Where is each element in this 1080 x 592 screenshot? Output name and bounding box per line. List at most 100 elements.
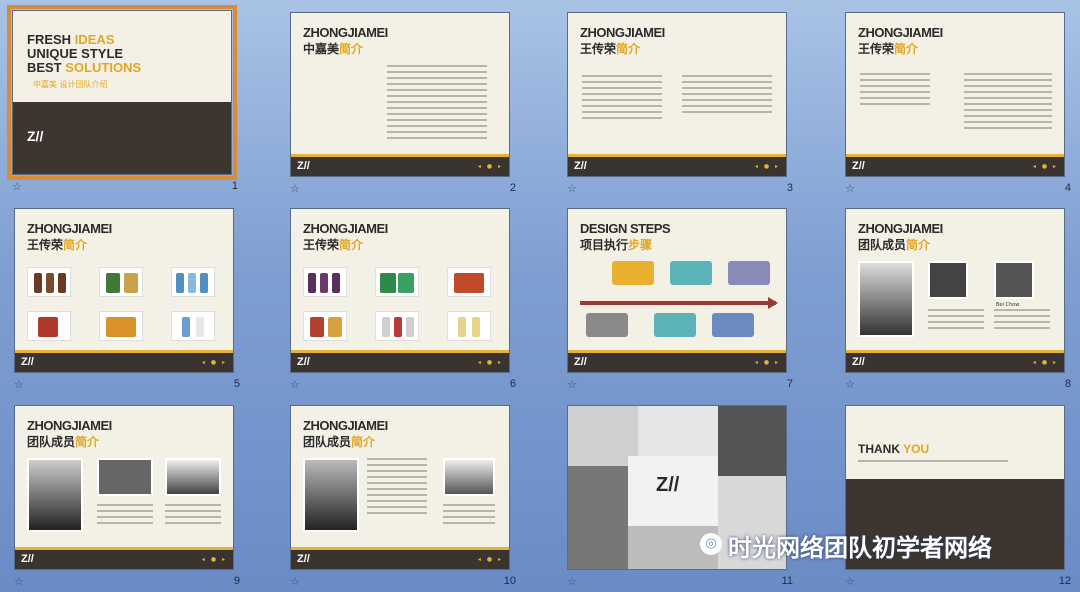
animation-star-icon: ☆ — [14, 575, 24, 588]
title-line: SOLUTIONS — [65, 60, 142, 75]
animation-star-icon: ☆ — [14, 378, 24, 391]
slide-footer: Z//◂ ● ▸ — [568, 154, 786, 176]
slide-footer: Z//◂ ● ▸ — [15, 547, 233, 569]
slide-thumbnail-12[interactable]: THANK YOU ☆ 12 — [845, 405, 1080, 592]
slide-number: 6 — [509, 378, 516, 390]
slide-subtitle: 团队成员简介 — [858, 236, 930, 253]
member-photo — [443, 458, 495, 496]
slide-number: 2 — [509, 182, 516, 194]
animation-star-icon: ☆ — [290, 378, 300, 391]
logo: Z// — [27, 128, 44, 144]
slide-thumbnail-2[interactable]: ZHONGJIAMEI 中嘉美简介 Z//◂ ● ▸ ☆ 2 — [290, 12, 526, 208]
product-image — [303, 267, 347, 297]
slide-subtitle: 中嘉美 设计团队介绍 — [33, 80, 108, 89]
animation-star-icon: ☆ — [290, 575, 300, 588]
subtitle-main: 王传荣 — [303, 238, 340, 252]
member-photo — [858, 261, 914, 337]
slide-thumbnail-1[interactable]: FRESH IDEAS UNIQUE STYLE BEST SOLUTIONS … — [7, 5, 248, 206]
text-block — [97, 504, 153, 528]
slide-subtitle: 团队成员简介 — [303, 433, 375, 450]
brand-heading: ZHONGJIAMEI — [580, 25, 665, 40]
animation-star-icon: ☆ — [12, 180, 22, 193]
slide-footer: Z//◂ ● ▸ — [291, 154, 509, 176]
product-image — [171, 311, 215, 341]
text-block — [367, 458, 427, 518]
slide-thumbnail-8[interactable]: ZHONGJIAMEI 团队成员简介 Bei Chow Z//◂ ● ▸ ☆ 8 — [845, 208, 1080, 404]
subtitle-main: 团队成员 — [27, 435, 76, 449]
slide-footer: Z//◂ ● ▸ — [846, 350, 1064, 372]
slide-thumbnail-3[interactable]: ZHONGJIAMEI 王传荣简介 Z//◂ ● ▸ ☆ 3 — [567, 12, 803, 208]
subtitle-main: 王传荣 — [580, 42, 617, 56]
slide-subtitle: 团队成员简介 — [27, 433, 99, 450]
animation-star-icon: ☆ — [845, 378, 855, 391]
brand-heading: ZHONGJIAMEI — [303, 418, 388, 433]
slide-preview: ZHONGJIAMEI 王传荣简介 Z//◂ ● ▸ — [845, 12, 1065, 177]
subtitle-highlight: 简介 — [75, 435, 100, 449]
slide-number: 3 — [786, 182, 793, 194]
arrow-right-icon — [768, 297, 778, 309]
member-photo — [97, 458, 153, 496]
slide-thumbnail-11[interactable]: Z// ☆ 11 — [567, 405, 803, 592]
slide-preview: ZHONGJIAMEI 王传荣简介 Z//◂ ● ▸ — [567, 12, 787, 177]
slide-preview: ZHONGJIAMEI 王传荣简介 Z//◂ ● ▸ — [290, 208, 510, 373]
product-image — [171, 267, 215, 297]
subtitle-highlight: 简介 — [339, 238, 364, 252]
product-image — [447, 267, 491, 297]
text-block — [928, 309, 984, 333]
subtitle-highlight: 简介 — [616, 42, 641, 56]
title-line: FRESH — [27, 32, 72, 47]
subtitle-main: 团队成员 — [858, 238, 907, 252]
process-step — [612, 261, 654, 285]
slide-thumbnail-9[interactable]: ZHONGJIAMEI 团队成员简介 Z//◂ ● ▸ ☆ 9 — [14, 405, 250, 592]
subtitle-main: 王传荣 — [858, 42, 895, 56]
brand-heading: ZHONGJIAMEI — [858, 25, 943, 40]
slide-thumbnail-6[interactable]: ZHONGJIAMEI 王传荣简介 Z//◂ ● ▸ ☆ 6 — [290, 208, 526, 404]
process-step — [586, 313, 628, 337]
slide-number: 9 — [233, 575, 240, 587]
slide-thumbnail-4[interactable]: ZHONGJIAMEI 王传荣简介 Z//◂ ● ▸ ☆ 4 — [845, 12, 1080, 208]
subtitle-main: 王传荣 — [27, 238, 64, 252]
animation-star-icon: ☆ — [567, 575, 577, 588]
subtitle-highlight: 简介 — [906, 238, 931, 252]
closing-heading: THANK YOU — [858, 442, 929, 456]
process-step — [728, 261, 770, 285]
photo-collage-tile — [718, 406, 786, 476]
member-photo — [928, 261, 968, 299]
slide-number: 4 — [1064, 182, 1071, 194]
text-block — [682, 75, 772, 117]
contact-line — [858, 460, 1008, 466]
subtitle-highlight: 简介 — [351, 435, 376, 449]
subtitle-main: 团队成员 — [303, 435, 352, 449]
title-line: UNIQUE STYLE — [27, 46, 124, 61]
slide-thumbnail-7[interactable]: DESIGN STEPS 项目执行步骤 Z//◂ ● ▸ ☆ 7 — [567, 208, 803, 404]
product-image — [99, 311, 143, 341]
brand-heading: DESIGN STEPS — [580, 221, 671, 236]
text-block — [994, 309, 1050, 333]
title-line: BEST — [27, 60, 62, 75]
slide-preview: DESIGN STEPS 项目执行步骤 Z//◂ ● ▸ — [567, 208, 787, 373]
slide-subtitle: 王传荣简介 — [580, 40, 640, 57]
slide-thumbnail-5[interactable]: ZHONGJIAMEI 王传荣简介 Z//◂ ● ▸ ☆ 5 — [14, 208, 250, 404]
slide-footer: Z//◂ ● ▸ — [15, 350, 233, 372]
slide-subtitle: 项目执行步骤 — [580, 236, 652, 253]
animation-star-icon: ☆ — [567, 378, 577, 391]
slide-preview: ZHONGJIAMEI 中嘉美简介 Z//◂ ● ▸ — [290, 12, 510, 177]
text-block — [165, 504, 221, 528]
member-photo — [27, 458, 83, 532]
animation-star-icon: ☆ — [845, 182, 855, 195]
animation-star-icon: ☆ — [567, 182, 577, 195]
product-image — [303, 311, 347, 341]
slide-footer: Z//◂ ● ▸ — [291, 350, 509, 372]
title-line: IDEAS — [74, 32, 115, 47]
text-block — [860, 73, 930, 109]
bullet-list — [582, 75, 662, 123]
subtitle-highlight: 简介 — [894, 42, 919, 56]
slide-thumbnail-10[interactable]: ZHONGJIAMEI 团队成员简介 Z//◂ ● ▸ ☆ 10 — [290, 405, 526, 592]
slide-number: 11 — [781, 575, 793, 587]
timeline-bar — [580, 301, 776, 305]
slide-footer: Z//◂ ● ▸ — [568, 350, 786, 372]
process-step — [654, 313, 696, 337]
logo: Z// — [656, 474, 680, 496]
subtitle-highlight: 步骤 — [628, 238, 653, 252]
brand-heading: ZHONGJIAMEI — [303, 25, 388, 40]
